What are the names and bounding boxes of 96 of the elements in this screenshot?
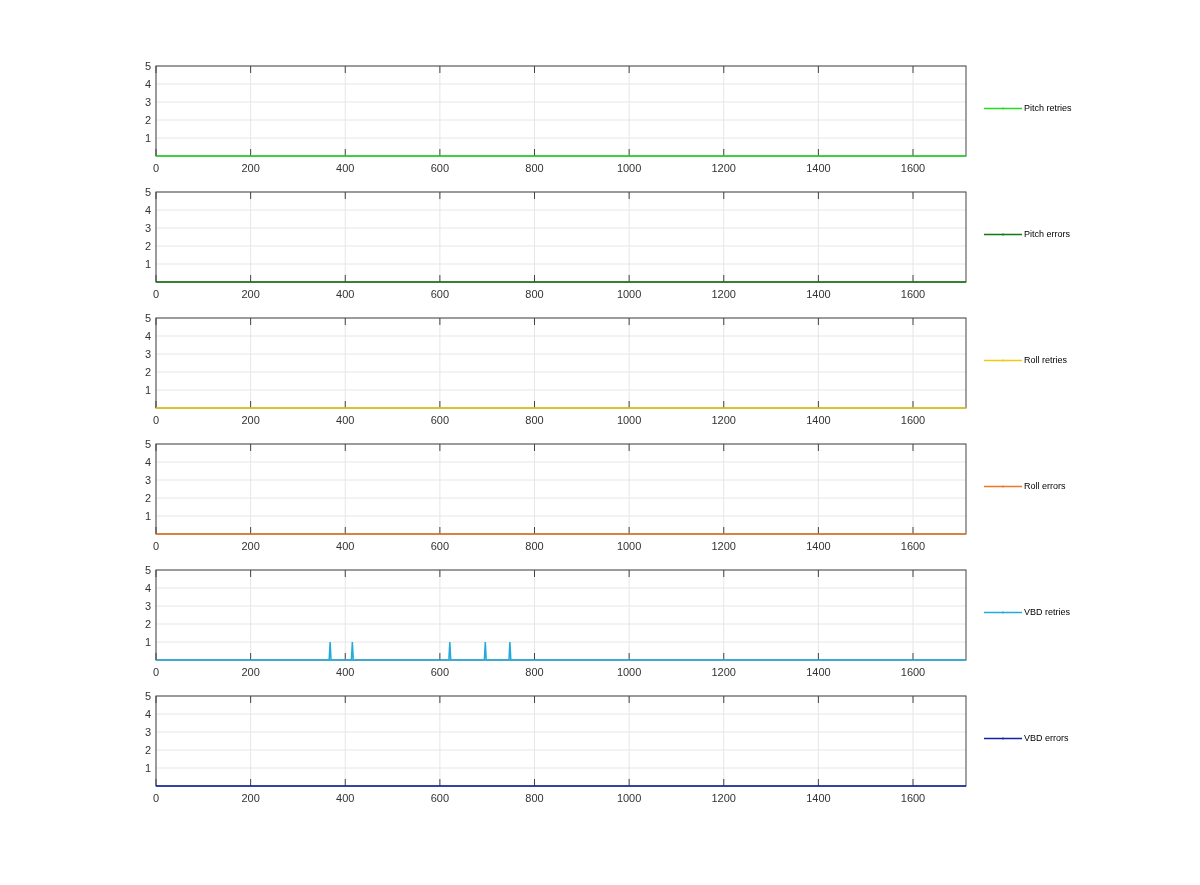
y-tick-label: 3 (144, 96, 151, 108)
legend-label: VBD retries (1024, 607, 1070, 617)
y-tick-label: 2 (144, 618, 151, 630)
x-tick-label: 200 (241, 792, 260, 804)
y-tick-label: 4 (144, 78, 151, 90)
x-tick-label: 1400 (806, 288, 831, 300)
y-tick-label: 2 (144, 366, 151, 378)
y-tick-label: 5 (144, 564, 151, 576)
x-tick-label: 600 (430, 540, 450, 552)
y-tick-label: 3 (144, 348, 151, 360)
legend-label: Roll errors (1024, 481, 1066, 491)
legend-line-icon (984, 609, 1022, 615)
x-tick-label: 200 (241, 162, 260, 174)
y-tick-label: 1 (144, 636, 151, 648)
x-tick-label: 1000 (616, 162, 642, 174)
y-tick-label: 1 (144, 384, 151, 396)
x-tick-label: 1200 (711, 288, 736, 300)
legend-label: Roll retries (1024, 355, 1067, 365)
x-tick-label: 600 (430, 414, 450, 426)
y-tick-label: 2 (144, 114, 151, 126)
y-tick-label: 1 (144, 132, 151, 144)
legend-label: VBD errors (1024, 733, 1069, 743)
x-tick-label: 200 (241, 288, 260, 300)
x-tick-label: 1600 (900, 540, 926, 552)
x-tick-label: 600 (430, 288, 450, 300)
legend-line-icon (984, 483, 1022, 489)
x-tick-label: 1600 (900, 162, 926, 174)
x-tick-label: 1200 (711, 666, 736, 678)
y-tick-label: 5 (144, 60, 151, 72)
legend-line-icon (984, 735, 1022, 741)
x-tick-label: 800 (525, 792, 544, 804)
x-tick-label: 1000 (616, 288, 642, 300)
y-tick-label: 3 (144, 600, 151, 612)
x-tick-label: 1000 (616, 792, 642, 804)
x-tick-label: 1000 (616, 666, 642, 678)
y-tick-label: 3 (144, 222, 151, 234)
x-tick-label: 400 (336, 540, 355, 552)
x-tick-label: 800 (525, 414, 544, 426)
y-tick-label: 2 (144, 492, 151, 504)
x-tick-label: 1400 (806, 540, 831, 552)
y-tick-label: 5 (144, 186, 151, 198)
x-tick-label: 1200 (711, 540, 736, 552)
x-tick-label: 0 (152, 288, 160, 300)
legend-line-icon (984, 105, 1022, 111)
x-tick-label: 1600 (900, 414, 926, 426)
legend-label: Pitch errors (1024, 229, 1070, 239)
x-tick-label: 1200 (711, 792, 736, 804)
y-tick-label: 5 (144, 438, 151, 450)
y-tick-label: 1 (144, 510, 151, 522)
x-tick-label: 1400 (806, 666, 831, 678)
x-tick-label: 1000 (616, 414, 642, 426)
y-tick-label: 4 (144, 330, 151, 342)
x-tick-label: 0 (152, 666, 160, 678)
x-tick-label: 400 (336, 792, 355, 804)
x-tick-label: 1600 (900, 792, 926, 804)
y-tick-label: 1 (144, 762, 151, 774)
x-tick-label: 400 (336, 288, 355, 300)
x-tick-label: 400 (336, 414, 355, 426)
x-tick-label: 1600 (900, 288, 926, 300)
y-tick-label: 4 (144, 708, 151, 720)
y-tick-label: 4 (144, 456, 151, 468)
x-tick-label: 200 (241, 666, 260, 678)
x-tick-label: 0 (152, 162, 160, 174)
x-tick-label: 1400 (806, 792, 831, 804)
x-tick-label: 1400 (806, 162, 831, 174)
legend-line-icon (984, 231, 1022, 237)
x-tick-label: 0 (152, 540, 160, 552)
y-tick-label: 2 (144, 240, 151, 252)
y-tick-label: 4 (144, 582, 151, 594)
x-tick-label: 800 (525, 666, 544, 678)
y-tick-label: 3 (144, 726, 151, 738)
x-tick-label: 0 (152, 792, 160, 804)
x-tick-label: 600 (430, 162, 450, 174)
y-tick-label: 2 (144, 744, 151, 756)
x-tick-label: 600 (430, 666, 450, 678)
y-tick-label: 3 (144, 474, 151, 486)
y-tick-label: 5 (144, 690, 151, 702)
x-tick-label: 400 (336, 666, 355, 678)
x-tick-label: 400 (336, 162, 355, 174)
x-tick-label: 200 (241, 540, 260, 552)
y-tick-label: 1 (144, 258, 151, 270)
x-tick-label: 1200 (711, 414, 736, 426)
x-tick-label: 0 (152, 414, 160, 426)
x-tick-label: 800 (525, 540, 544, 552)
x-tick-label: 1200 (711, 162, 736, 174)
x-tick-label: 1400 (806, 414, 831, 426)
y-tick-label: 4 (144, 204, 151, 216)
legend-line-icon (984, 357, 1022, 363)
x-tick-label: 800 (525, 162, 544, 174)
x-tick-label: 1600 (900, 666, 926, 678)
x-tick-label: 600 (430, 792, 450, 804)
x-tick-label: 800 (525, 288, 544, 300)
x-tick-label: 200 (241, 414, 260, 426)
y-tick-label: 5 (144, 312, 151, 324)
x-tick-label: 1000 (616, 540, 642, 552)
legend-label: Pitch retries (1024, 103, 1072, 113)
